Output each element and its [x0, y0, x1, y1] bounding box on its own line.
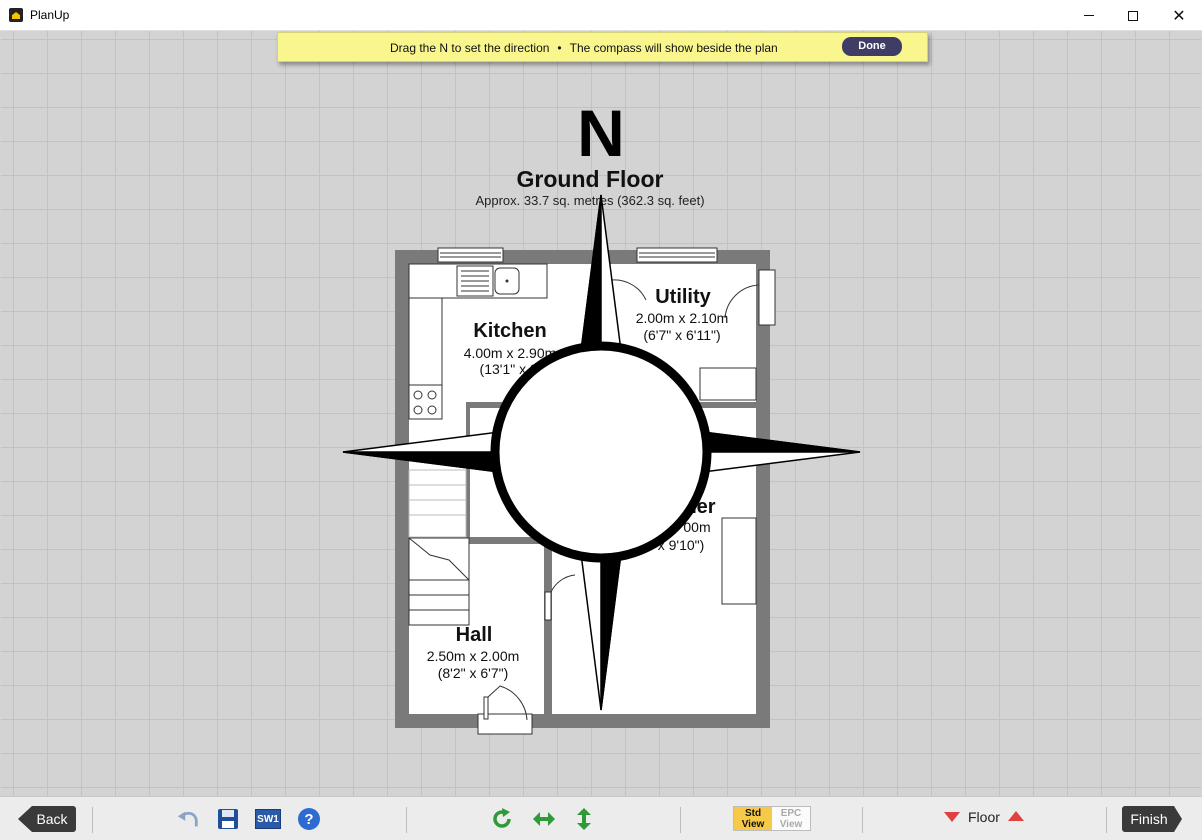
hint-text-compass: The compass will show beside the plan: [569, 41, 778, 55]
floor-label: Floor: [968, 809, 1000, 825]
done-button[interactable]: Done: [842, 37, 902, 56]
back-button[interactable]: Back: [18, 806, 76, 832]
rotate-icon[interactable]: [490, 807, 514, 831]
help-icon[interactable]: ?: [298, 808, 320, 830]
view-toggle: Std View EPC View: [733, 806, 811, 831]
epc-view-label-2: View: [779, 819, 803, 830]
hint-text-direction: Drag the N to set the direction: [390, 41, 550, 55]
floor-up-icon[interactable]: [1008, 811, 1024, 821]
epc-view-label-1: EPC: [780, 808, 802, 819]
save-icon[interactable]: [216, 807, 240, 831]
finish-button[interactable]: Finish: [1122, 806, 1182, 832]
flip-vertical-icon[interactable]: [572, 807, 596, 831]
std-view-button[interactable]: Std View: [734, 807, 772, 830]
hint-banner: Drag the N to set the direction • The comp…: [277, 32, 928, 62]
flip-horizontal-icon[interactable]: [532, 807, 556, 831]
floor-down-icon[interactable]: [944, 812, 960, 822]
std-view-label-1: Std: [744, 808, 762, 819]
compass-center: [490, 341, 712, 563]
north-handle[interactable]: N: [568, 100, 634, 166]
epc-view-button[interactable]: EPC View: [772, 807, 810, 830]
undo-icon[interactable]: [176, 807, 200, 831]
std-view-label-2: View: [741, 819, 765, 830]
sw1-button[interactable]: SW1: [255, 809, 281, 829]
bottom-toolbar: Back SW1 ? Std View EPC View Floor Finis…: [0, 796, 1202, 840]
